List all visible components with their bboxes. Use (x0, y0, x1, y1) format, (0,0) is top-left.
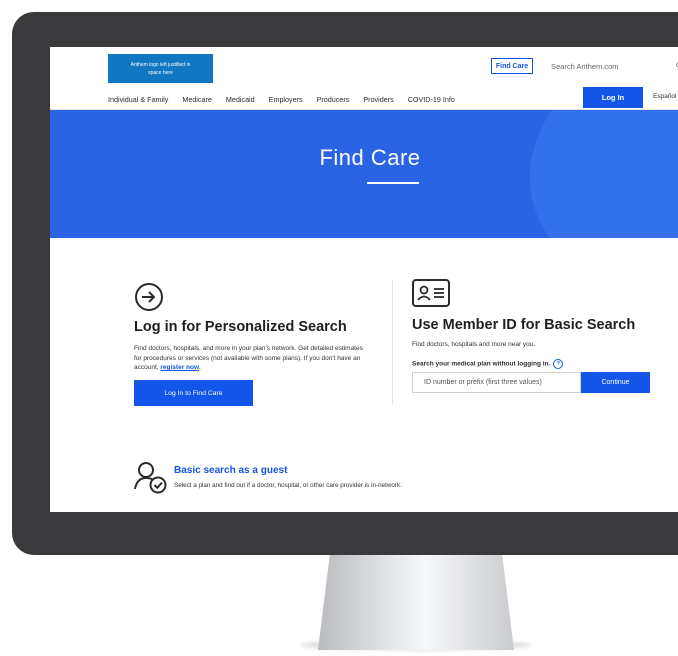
nav-item-producers[interactable]: Producers (317, 95, 350, 107)
logo-placeholder[interactable]: Anthem logo left justified in space here (108, 54, 213, 83)
site-search[interactable]: Search Anthem.com ⚲ (543, 58, 678, 74)
member-section-title: Use Member ID for Basic Search (412, 317, 636, 333)
member-id-label-text: Search your medical plan without logging… (412, 360, 551, 368)
monitor-stand (318, 555, 514, 650)
id-card-icon (412, 279, 450, 307)
login-arrow-icon (135, 283, 163, 311)
member-id-label: Search your medical plan without logging… (412, 359, 564, 369)
nav-item-providers[interactable]: Providers (363, 95, 393, 107)
login-section-title: Log in for Personalized Search (134, 319, 347, 335)
language-toggle[interactable]: Español (653, 93, 677, 100)
search-input[interactable]: Search Anthem.com (551, 62, 619, 71)
guest-user-check-icon (133, 459, 169, 495)
nav-item-medicare[interactable]: Medicare (182, 95, 212, 107)
register-now-link[interactable]: register now (160, 364, 199, 371)
nav-item-medicaid[interactable]: Medicaid (226, 95, 255, 107)
continue-button[interactable]: Continue (581, 372, 650, 393)
header-login-button[interactable]: Log In (583, 87, 643, 108)
member-section-description: Find doctors, hospitals and more near yo… (412, 341, 536, 348)
main-nav: Individual & Family Medicare Medicaid Em… (108, 95, 469, 107)
info-icon[interactable]: ? (553, 359, 564, 369)
page-title: Find Care (319, 145, 421, 170)
guest-search-link[interactable]: Basic search as a guest (174, 465, 287, 476)
browser-screen: Anthem logo left justified in space here… (50, 47, 678, 512)
nav-item-employers[interactable]: Employers (269, 95, 303, 107)
login-to-find-care-button[interactable]: Log In to Find Care (134, 380, 253, 406)
hero-banner: Find Care (50, 110, 678, 238)
nav-item-individual-family[interactable]: Individual & Family (108, 95, 168, 107)
member-id-input[interactable]: ID number or prefix (first three values) (412, 372, 581, 393)
login-section-description: Find doctors, hospitals, and more in you… (134, 344, 366, 373)
guest-search-description: Select a plan and find out if a doctor, … (174, 482, 402, 489)
logo-text: Anthem logo left justified in space here (130, 61, 191, 76)
title-underline (367, 182, 419, 184)
column-divider (392, 280, 393, 405)
period: . (199, 364, 201, 372)
find-care-button[interactable]: Find Care (491, 58, 533, 74)
hero-decorative-shape (501, 110, 678, 238)
nav-item-covid-info[interactable]: COVID-19 Info (408, 95, 455, 107)
